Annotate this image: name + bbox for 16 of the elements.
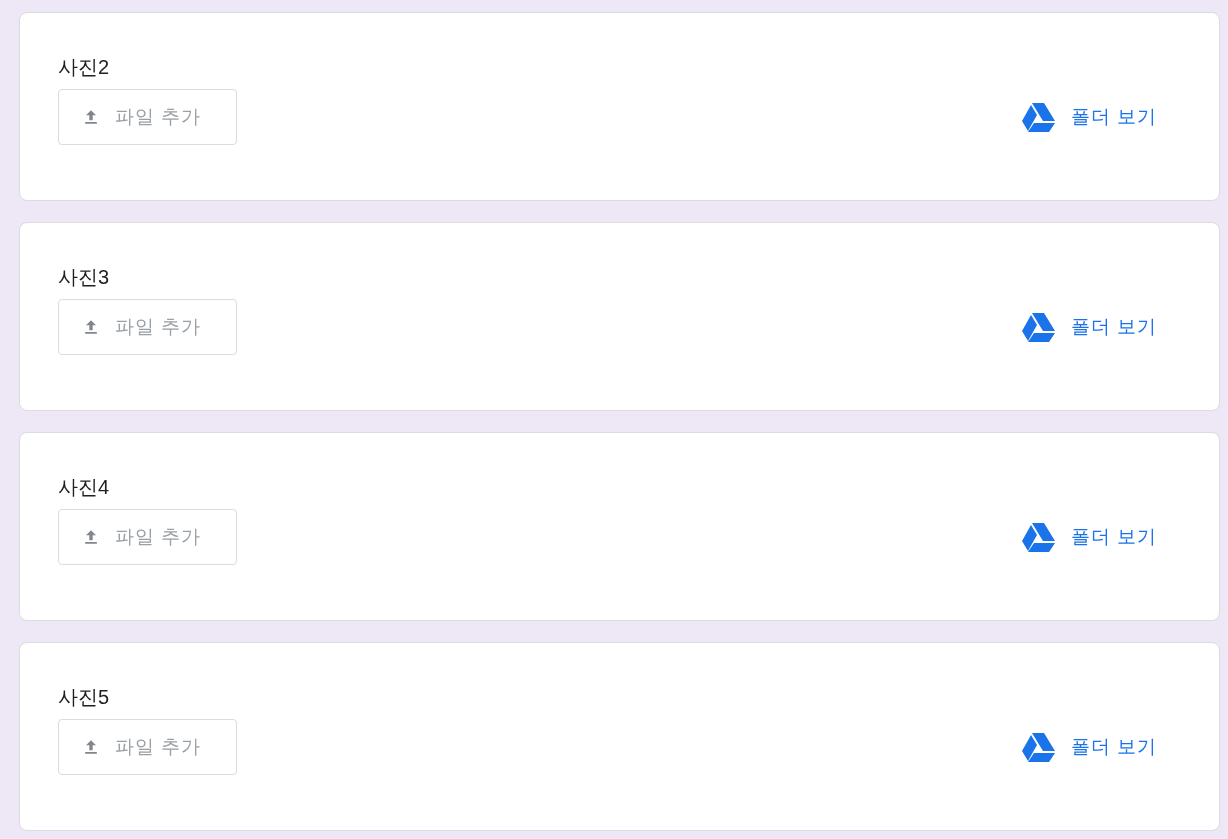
question-title: 사진5 [58, 685, 111, 710]
add-file-button[interactable]: 파일 추가 [58, 299, 237, 355]
drive-icon [1020, 312, 1055, 342]
view-folder-link[interactable]: 폴더 보기 [1020, 732, 1157, 762]
view-folder-link[interactable]: 폴더 보기 [1020, 312, 1157, 342]
question-title: 사진4 [58, 475, 111, 500]
add-file-button[interactable]: 파일 추가 [58, 509, 237, 565]
view-folder-link[interactable]: 폴더 보기 [1020, 522, 1157, 552]
question-title: 사진3 [58, 265, 111, 290]
add-file-button[interactable]: 파일 추가 [58, 89, 237, 145]
drive-icon [1020, 522, 1055, 552]
view-folder-link[interactable]: 폴더 보기 [1020, 102, 1157, 132]
add-file-button[interactable]: 파일 추가 [58, 719, 237, 775]
drive-icon [1020, 102, 1055, 132]
drive-icon [1020, 732, 1055, 762]
question-title: 사진2 [58, 55, 111, 80]
